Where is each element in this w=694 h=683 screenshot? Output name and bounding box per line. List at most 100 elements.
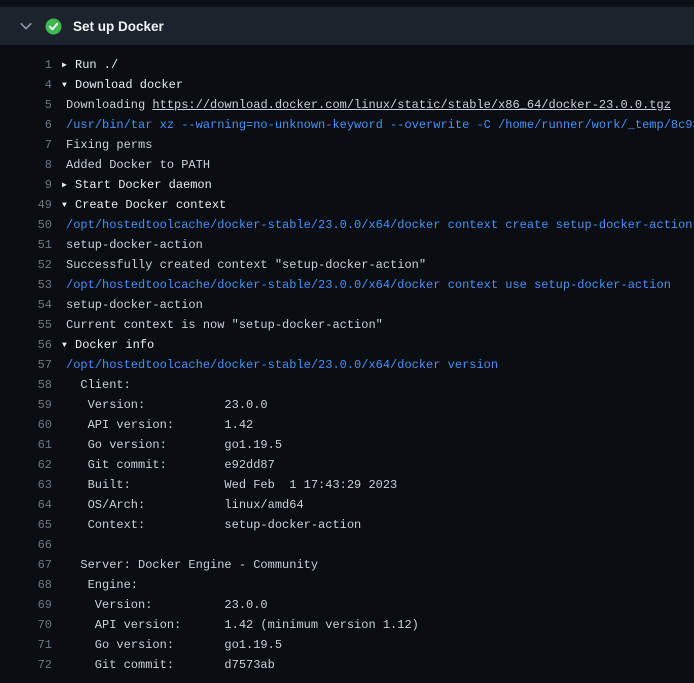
line-number-link[interactable]: 57 — [0, 355, 52, 375]
log-line-content: /opt/hostedtoolcache/docker-stable/23.0.… — [62, 355, 498, 375]
log-group-content: ▼Download docker — [62, 75, 183, 95]
log-line: 57/opt/hostedtoolcache/docker-stable/23.… — [0, 355, 694, 375]
log-line: 63 Built: Wed Feb 1 17:43:29 2023 — [0, 475, 694, 495]
command-text: /usr/bin/tar xz --warning=no-unknown-key… — [66, 118, 694, 132]
line-number-link[interactable]: 9 — [0, 175, 52, 195]
line-number-link[interactable]: 69 — [0, 595, 52, 615]
log-line-content: Version: 23.0.0 — [62, 395, 268, 415]
line-number-link[interactable]: 53 — [0, 275, 52, 295]
line-number-link[interactable]: 59 — [0, 395, 52, 415]
log-line: 70 API version: 1.42 (minimum version 1.… — [0, 615, 694, 635]
log-group-header[interactable]: 1 ▶Run ./ — [0, 55, 694, 75]
log-line-content: /opt/hostedtoolcache/docker-stable/23.0.… — [62, 275, 671, 295]
log-line: 50/opt/hostedtoolcache/docker-stable/23.… — [0, 215, 694, 235]
check-circle-icon — [44, 17, 62, 35]
log-line-content: Built: Wed Feb 1 17:43:29 2023 — [62, 475, 397, 495]
line-number-link[interactable]: 65 — [0, 515, 52, 535]
line-number-link[interactable]: 1 — [0, 55, 52, 75]
line-number-link[interactable]: 68 — [0, 575, 52, 595]
log-text: Git commit: e92dd87 — [66, 458, 275, 472]
line-number-link[interactable]: 66 — [0, 535, 52, 555]
line-number-link[interactable]: 49 — [0, 195, 52, 215]
line-number-link[interactable]: 67 — [0, 555, 52, 575]
line-number-link[interactable]: 5 — [0, 95, 52, 115]
log-text: Built: Wed Feb 1 17:43:29 2023 — [66, 478, 397, 492]
log-text: Fixing perms — [66, 138, 152, 152]
log-line-content: Version: 23.0.0 — [62, 595, 268, 615]
line-number-link[interactable]: 72 — [0, 655, 52, 675]
log-text: Downloading — [66, 98, 152, 112]
group-title: Start Docker daemon — [75, 178, 212, 192]
line-number-link[interactable]: 4 — [0, 75, 52, 95]
log-text: Version: 23.0.0 — [66, 598, 268, 612]
log-line: 60 API version: 1.42 — [0, 415, 694, 435]
line-number-link[interactable]: 58 — [0, 375, 52, 395]
log-group-header[interactable]: 9 ▶Start Docker daemon — [0, 175, 694, 195]
chevron-down-icon[interactable] — [17, 17, 35, 35]
line-number-link[interactable]: 60 — [0, 415, 52, 435]
log-line: 53/opt/hostedtoolcache/docker-stable/23.… — [0, 275, 694, 295]
line-number-link[interactable]: 7 — [0, 135, 52, 155]
line-number-link[interactable]: 51 — [0, 235, 52, 255]
line-number-link[interactable]: 50 — [0, 215, 52, 235]
log-line-content: OS/Arch: linux/amd64 — [62, 495, 304, 515]
log-line-content: setup-docker-action — [62, 235, 203, 255]
log-line: 62 Git commit: e92dd87 — [0, 455, 694, 475]
log-line-content: Git commit: e92dd87 — [62, 455, 275, 475]
log-line: 65 Context: setup-docker-action — [0, 515, 694, 535]
log-line: 7 Fixing perms — [0, 135, 694, 155]
line-number-link[interactable]: 64 — [0, 495, 52, 515]
step-title: Set up Docker — [73, 19, 164, 34]
log-text: setup-docker-action — [66, 238, 203, 252]
log-line-content: API version: 1.42 (minimum version 1.12) — [62, 615, 419, 635]
log-line: 71 Go version: go1.19.5 — [0, 635, 694, 655]
step-header[interactable]: Set up Docker — [0, 7, 694, 45]
log-line-content: Context: setup-docker-action — [62, 515, 361, 535]
group-title: Docker info — [75, 338, 154, 352]
log-line-content: Engine: — [62, 575, 138, 595]
log-text: OS/Arch: linux/amd64 — [66, 498, 304, 512]
log-text: Successfully created context "setup-dock… — [66, 258, 426, 272]
line-number-link[interactable]: 70 — [0, 615, 52, 635]
line-number-link[interactable]: 8 — [0, 155, 52, 175]
log-line: 51 setup-docker-action — [0, 235, 694, 255]
line-number-link[interactable]: 56 — [0, 335, 52, 355]
log-text: setup-docker-action — [66, 298, 203, 312]
triangle-down-icon[interactable]: ▼ — [62, 76, 75, 95]
triangle-down-icon[interactable]: ▼ — [62, 196, 75, 215]
log-line: 52 Successfully created context "setup-do… — [0, 255, 694, 275]
log-line: 6/usr/bin/tar xz --warning=no-unknown-ke… — [0, 115, 694, 135]
log-group-content: ▼Docker info — [62, 335, 154, 355]
triangle-right-icon[interactable]: ▶ — [62, 176, 75, 195]
log-text: Added Docker to PATH — [66, 158, 210, 172]
line-number-link[interactable]: 52 — [0, 255, 52, 275]
log-line: 55Current context is now "setup-docker-a… — [0, 315, 694, 335]
line-number-link[interactable]: 62 — [0, 455, 52, 475]
log-line-content: Downloading https://download.docker.com/… — [62, 95, 671, 115]
line-number-link[interactable]: 55 — [0, 315, 52, 335]
log-group-content: ▶Run ./ — [62, 55, 118, 75]
log-group-header[interactable]: 49 ▼Create Docker context — [0, 195, 694, 215]
line-number-link[interactable]: 6 — [0, 115, 52, 135]
log-text: API version: 1.42 (minimum version 1.12) — [66, 618, 419, 632]
command-text: /opt/hostedtoolcache/docker-stable/23.0.… — [66, 278, 671, 292]
log-group-header[interactable]: 56 ▼Docker info — [0, 335, 694, 355]
line-number-link[interactable]: 54 — [0, 295, 52, 315]
log-line: 69 Version: 23.0.0 — [0, 595, 694, 615]
line-number-link[interactable]: 61 — [0, 435, 52, 455]
line-number-link[interactable]: 71 — [0, 635, 52, 655]
log-group-content: ▼Create Docker context — [62, 195, 226, 215]
triangle-down-icon[interactable]: ▼ — [62, 336, 75, 355]
group-title: Download docker — [75, 78, 183, 92]
log-line-content: Go version: go1.19.5 — [62, 635, 282, 655]
log-line: 54 setup-docker-action — [0, 295, 694, 315]
log-group-header[interactable]: 4 ▼Download docker — [0, 75, 694, 95]
download-url-link[interactable]: https://download.docker.com/linux/static… — [152, 98, 670, 112]
command-text: /opt/hostedtoolcache/docker-stable/23.0.… — [66, 218, 693, 232]
log-line-content: /usr/bin/tar xz --warning=no-unknown-key… — [62, 115, 694, 135]
triangle-right-icon[interactable]: ▶ — [62, 56, 75, 75]
log-line: 59 Version: 23.0.0 — [0, 395, 694, 415]
log-line-content — [62, 535, 66, 555]
log-line: 72 Git commit: d7573ab — [0, 655, 694, 675]
line-number-link[interactable]: 63 — [0, 475, 52, 495]
